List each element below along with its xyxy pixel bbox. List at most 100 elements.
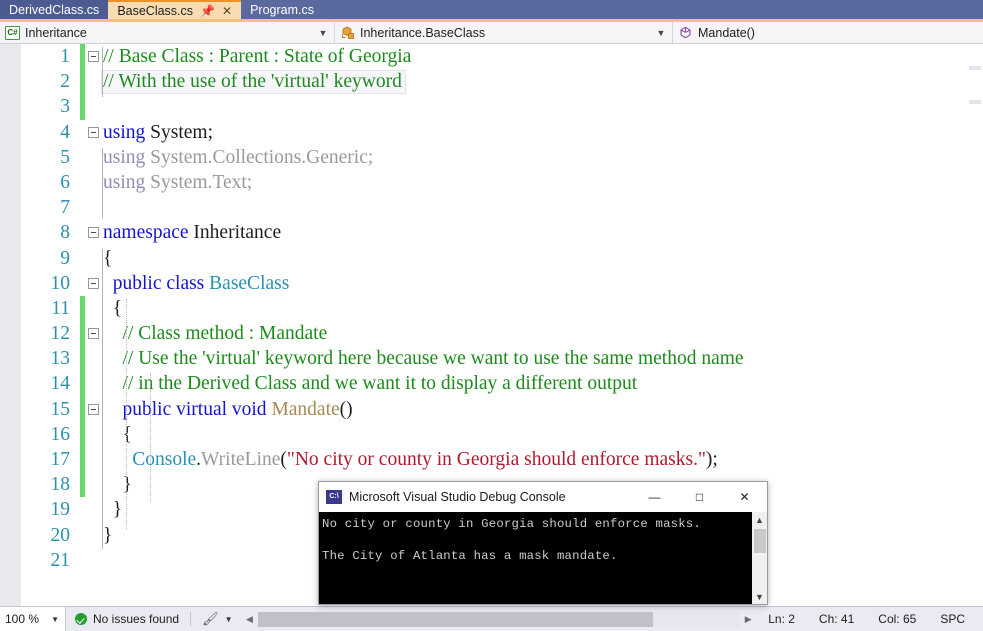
code-token: } [103,524,113,546]
code-token: () [339,398,353,420]
chevron-up-icon[interactable]: ▲ [751,512,767,527]
code-line[interactable]: 8 namespace Inheritance [22,220,967,245]
code-line[interactable]: 12 // Class method : Mandate [22,321,967,347]
code-text: public class BaseClass [101,271,967,296]
outlining-margin[interactable] [85,220,101,245]
brush-icon[interactable]: 🖌 [202,611,219,627]
member-dropdown[interactable]: Mandate() [673,22,983,43]
minimize-button[interactable]: — [632,482,677,512]
console-title-text: Microsoft Visual Studio Debug Console [349,490,566,504]
tab-baseclass[interactable]: BaseClass.cs 📌 ✕ [108,0,242,19]
outlining-margin[interactable] [85,94,101,119]
code-line[interactable]: 14 // in the Derived Class and we want i… [22,371,967,397]
outlining-margin[interactable] [85,422,101,447]
outlining-margin[interactable] [85,497,101,522]
debug-console-window[interactable]: C:\ Microsoft Visual Studio Debug Consol… [318,481,768,605]
console-output-text: No city or county in Georgia should enfo… [322,517,701,563]
outlining-margin[interactable] [85,246,101,271]
code-line[interactable]: 11 { [22,295,967,322]
collapse-toggle-icon[interactable] [87,227,99,239]
issues-status[interactable]: No issues found [66,607,188,631]
code-token: // Base Class : Parent : State of Georgi… [103,46,412,67]
caret-position-group: Ln: 2 Ch: 41 Col: 65 SPC [756,607,983,631]
scroll-track[interactable] [257,611,741,627]
outlining-margin[interactable] [85,472,101,497]
collapse-toggle-icon[interactable] [87,328,99,340]
outlining-margin[interactable] [85,321,101,346]
outlining-margin[interactable] [85,145,101,170]
collapse-toggle-icon[interactable] [87,51,99,63]
code-line[interactable]: 13 // Use the 'virtual' keyword here bec… [22,346,967,372]
code-token: // With the use of the 'virtual' keyword [103,71,402,93]
outlining-margin[interactable] [85,296,101,321]
line-number: 13 [50,348,71,370]
outlining-margin[interactable] [85,69,101,94]
outlining-margin[interactable] [85,397,101,422]
zoom-level-dropdown[interactable]: 100 % ▼ [0,607,66,631]
chevron-down-icon[interactable]: ▼ [654,28,668,38]
tab-program[interactable]: Program.cs [241,0,323,19]
code-text: { [101,296,967,321]
code-line[interactable]: 16 { [22,421,967,447]
code-line[interactable]: 9{ [22,246,967,271]
code-text: using System.Collections.Generic; [101,145,967,170]
code-line[interactable]: 5 using System.Collections.Generic; [22,145,967,170]
type-dropdown[interactable]: Inheritance.BaseClass ▼ [335,22,673,43]
code-token: public virtual void [103,398,272,420]
collapse-toggle-icon[interactable] [87,277,99,289]
chevron-right-icon[interactable]: ▶ [740,614,756,625]
collapse-toggle-icon[interactable] [87,126,99,138]
line-number: 19 [50,499,71,521]
outlining-margin[interactable] [85,170,101,195]
code-token: { [103,247,113,269]
zoom-level-label: 100 % [5,612,40,626]
horizontal-scrollbar[interactable]: ◀ ▶ [241,607,757,631]
code-token: Mandate [271,398,340,420]
visual-studio-window: DerivedClass.cs BaseClass.cs 📌 ✕ Program… [0,0,983,631]
outlining-margin[interactable] [85,548,101,573]
code-line[interactable]: 1 // Base Class : Parent : State of Georg… [22,44,967,70]
outlining-margin[interactable] [85,195,101,220]
issues-label: No issues found [93,612,180,626]
tab-derivedclass[interactable]: DerivedClass.cs [0,0,109,19]
outlining-margin[interactable] [85,271,101,296]
code-line[interactable]: 2 // With the use of the 'virtual' keywor… [22,69,967,95]
status-bar: 100 % ▼ No issues found 🖌 ▼ ◀ ▶ Ln: 2 Ch… [0,606,983,631]
code-line[interactable]: 4 using System; [22,120,967,145]
maximize-button[interactable]: □ [677,482,722,512]
line-number: 4 [60,121,70,143]
chevron-down-icon[interactable]: ▼ [751,589,767,604]
close-button[interactable]: ✕ [722,482,767,512]
code-line[interactable]: 7 [22,195,967,220]
collapse-toggle-icon[interactable] [87,403,99,415]
outlining-margin[interactable] [85,44,101,69]
code-line[interactable]: 6 using System.Text; [22,170,967,195]
chevron-down-icon[interactable]: ▼ [316,28,330,38]
console-scrollbar[interactable]: ▲ ▼ [751,512,767,604]
console-output-area: No city or county in Georgia should enfo… [319,512,767,604]
console-title-bar[interactable]: C:\ Microsoft Visual Studio Debug Consol… [319,482,767,512]
right-overview-margin[interactable] [967,44,983,606]
outlining-margin[interactable] [85,371,101,396]
code-line[interactable]: 10 public class BaseClass [22,271,967,296]
chevron-left-icon[interactable]: ◀ [242,614,258,625]
outlining-margin[interactable] [85,346,101,371]
code-line[interactable]: 15 public virtual void Mandate() [22,396,967,422]
scroll-thumb[interactable] [257,611,654,627]
line-number: 11 [51,297,70,319]
console-scroll-thumb[interactable] [754,529,766,553]
outlining-margin[interactable] [85,447,101,472]
chevron-down-icon[interactable]: ▼ [51,615,59,624]
pin-icon[interactable]: 📌 [200,5,215,17]
project-dropdown[interactable]: C# Inheritance ▼ [0,22,335,43]
line-number: 21 [50,549,71,571]
code-token: Console [132,449,197,470]
close-icon[interactable]: ✕ [222,5,232,17]
code-text: using System.Text; [101,170,967,195]
brush-tool[interactable]: 🖌 ▼ [193,607,241,631]
code-line[interactable]: 17 Console.WriteLine("No city or county … [22,447,967,473]
chevron-down-icon[interactable]: ▼ [225,615,233,624]
outlining-margin[interactable] [85,120,101,145]
code-line[interactable]: 3 [22,94,967,120]
outlining-margin[interactable] [85,523,101,548]
